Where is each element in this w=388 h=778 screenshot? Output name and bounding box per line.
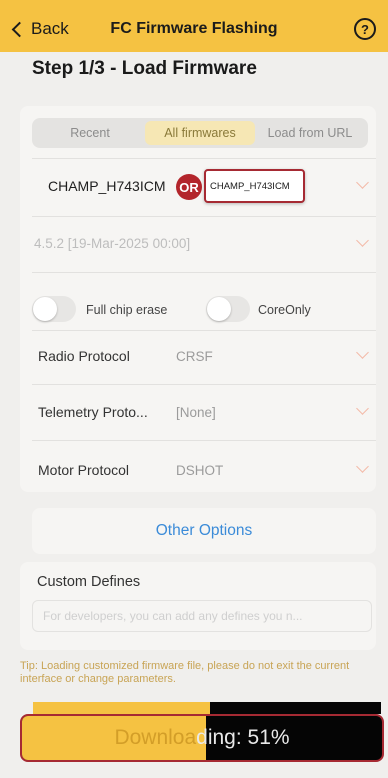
divider [32,216,376,217]
progress-strip [33,702,381,714]
other-options-button[interactable]: Other Options [32,508,376,554]
progress-label: Downloa ding: 51% [22,716,382,760]
or-badge: OR [176,174,202,200]
step-title: Step 1/3 - Load Firmware [32,58,257,79]
question-circle-icon: ? [361,21,369,37]
divider [32,272,376,273]
motor-protocol-select[interactable]: DSHOT [176,463,223,478]
progress-label-part2: ding: 51% [196,726,290,749]
download-progress-bar: Downloa ding: 51% [20,714,384,762]
telemetry-protocol-label: Telemetry Proto... [38,404,148,420]
tab-load-from-url[interactable]: Load from URL [255,121,365,145]
radio-protocol-select[interactable]: CRSF [176,349,213,364]
custom-defines-title: Custom Defines [37,574,141,590]
full-chip-erase-toggle[interactable] [32,296,76,322]
firmware-target-select[interactable]: CHAMP_H743ICM [48,178,165,194]
source-tab-bar: Recent All firmwares Load from URL [32,118,368,148]
motor-protocol-label: Motor Protocol [38,462,130,478]
divider [32,384,376,385]
tab-all-firmwares[interactable]: All firmwares [145,121,255,145]
full-chip-erase-label: Full chip erase [86,303,168,317]
tab-recent[interactable]: Recent [35,121,145,145]
header-bar: Back FC Firmware Flashing ? [0,0,388,52]
toggle-knob [207,297,231,321]
help-button[interactable]: ? [354,18,376,40]
telemetry-protocol-select[interactable]: [None] [176,405,216,420]
suggested-target-box[interactable]: CHAMP_H743ICM [204,169,305,203]
firmware-card [20,106,376,492]
core-only-label: CoreOnly [258,303,311,317]
core-only-toggle[interactable] [206,296,250,322]
page-title: FC Firmware Flashing [110,20,278,37]
toggle-knob [33,297,57,321]
progress-label-part1: Downloa [114,726,197,749]
divider [32,330,376,331]
tip-text: Tip: Loading customized firmware file, p… [20,660,350,685]
divider [32,440,376,441]
radio-protocol-label: Radio Protocol [38,348,130,364]
custom-defines-input[interactable]: For developers, you can add any defines … [32,600,372,632]
divider [32,158,376,159]
firmware-version-select[interactable]: 4.5.2 [19-Mar-2025 00:00] [34,236,190,251]
progress-strip-fill [33,702,211,714]
